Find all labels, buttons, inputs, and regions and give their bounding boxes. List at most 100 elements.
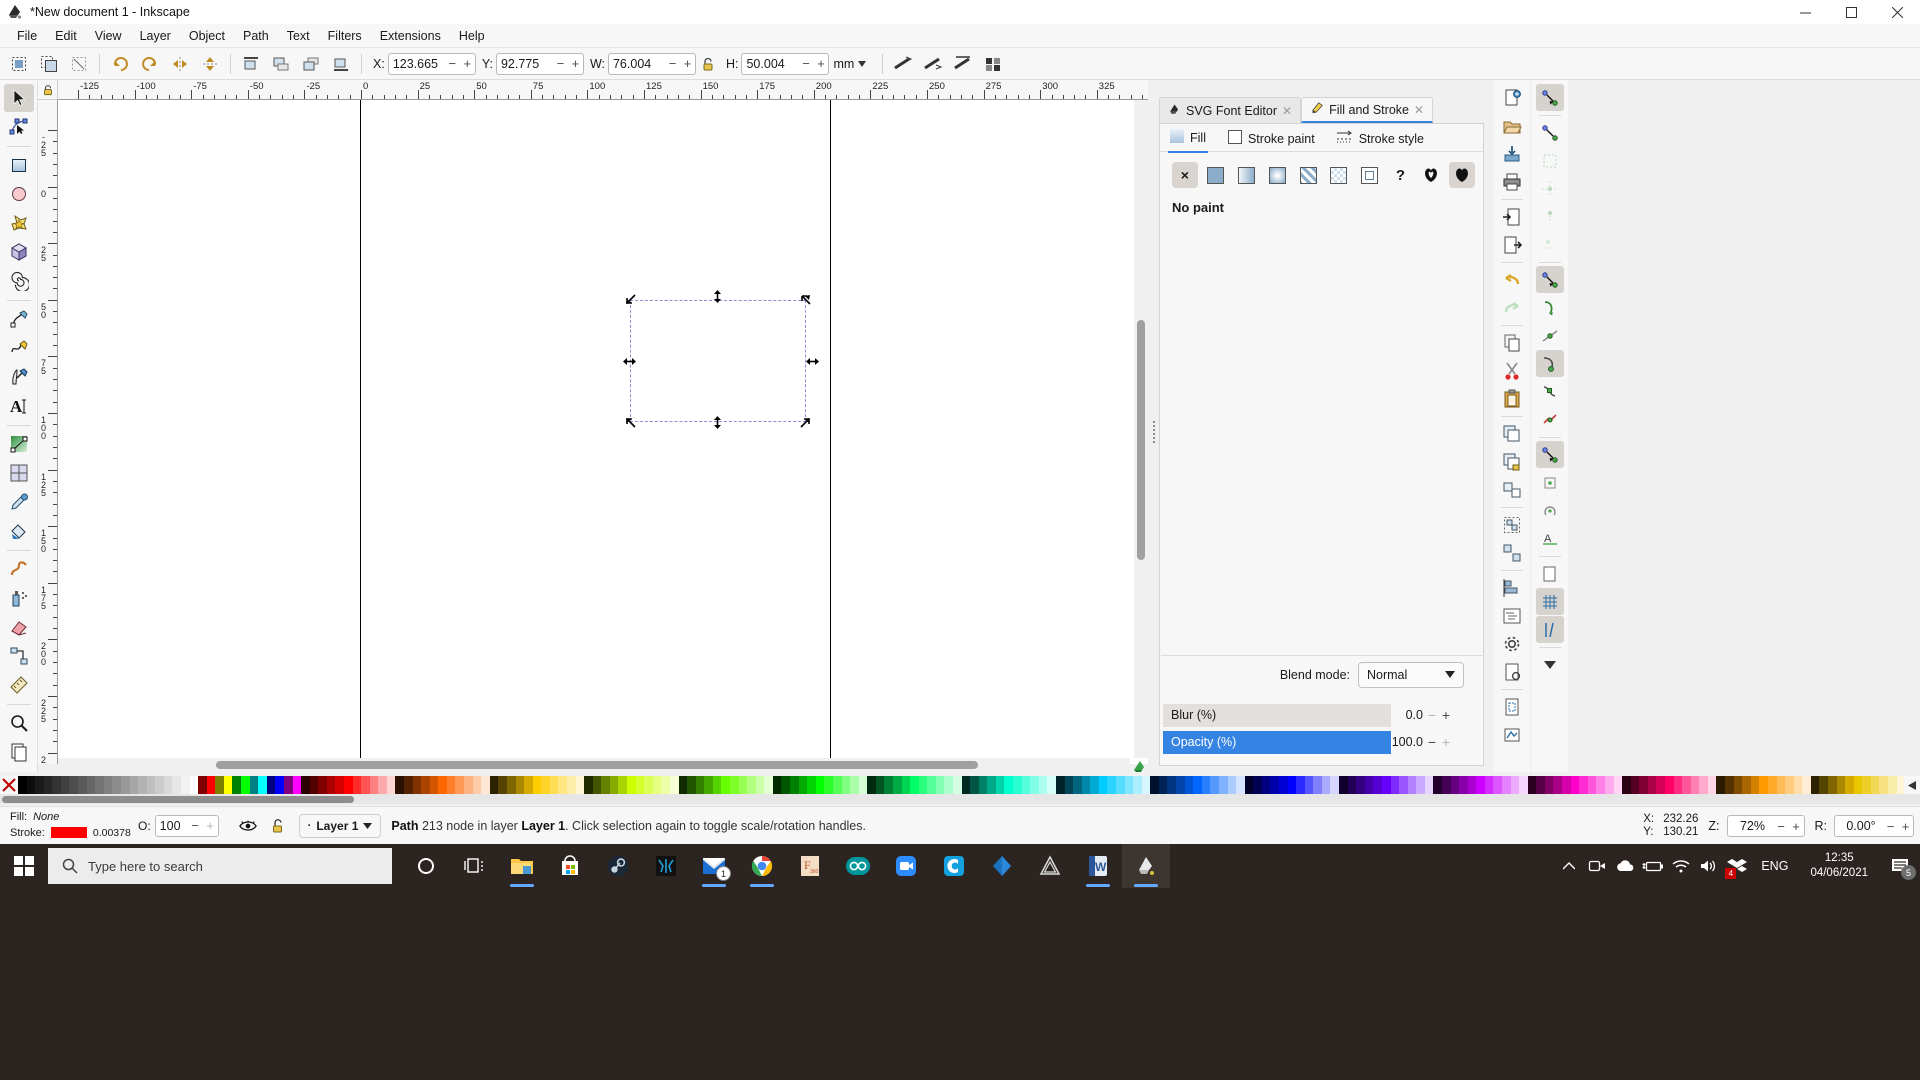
h-input[interactable] xyxy=(742,53,799,74)
palette-swatch[interactable] xyxy=(481,776,490,794)
palette-swatch[interactable] xyxy=(687,776,696,794)
palette-swatch[interactable] xyxy=(995,776,1005,794)
palette-swatch[interactable] xyxy=(1330,776,1340,794)
palette-swatch[interactable] xyxy=(120,776,130,794)
palette-swatch[interactable] xyxy=(1750,776,1760,794)
palette-swatch[interactable] xyxy=(163,776,173,794)
palette-swatch[interactable] xyxy=(1236,776,1245,794)
palette-swatch[interactable] xyxy=(1347,776,1357,794)
menu-edit[interactable]: Edit xyxy=(46,25,86,47)
palette-swatch[interactable] xyxy=(1150,776,1159,794)
menu-object[interactable]: Object xyxy=(180,25,234,47)
palette-swatch[interactable] xyxy=(343,776,353,794)
color-palette[interactable] xyxy=(0,776,1920,794)
palette-swatch[interactable] xyxy=(1845,776,1854,794)
palette-swatch[interactable] xyxy=(712,776,722,794)
palette-swatch[interactable] xyxy=(1544,776,1554,794)
palette-swatch[interactable] xyxy=(138,776,147,794)
sticky-zoom-button[interactable] xyxy=(1130,758,1148,772)
zoom-spinbox[interactable]: − + xyxy=(1726,815,1805,837)
palette-swatch[interactable] xyxy=(275,776,284,794)
palette-swatch[interactable] xyxy=(592,776,602,794)
palette-swatch[interactable] xyxy=(961,776,971,794)
palette-swatch[interactable] xyxy=(944,776,954,794)
x-increment-button[interactable]: + xyxy=(460,54,475,74)
palette-swatch[interactable] xyxy=(1416,776,1425,794)
palette-swatch[interactable] xyxy=(970,776,979,794)
group-button[interactable] xyxy=(1498,511,1526,538)
palette-swatch[interactable] xyxy=(1399,776,1408,794)
palette-swatch[interactable] xyxy=(1733,776,1743,794)
onedrive-tray-icon[interactable] xyxy=(1611,844,1639,888)
palette-swatch[interactable] xyxy=(412,776,422,794)
palette-swatch[interactable] xyxy=(1484,776,1494,794)
fill-stroke-indicator[interactable]: Fill: None Stroke: 0.00378 xyxy=(0,807,131,845)
palette-swatch[interactable] xyxy=(386,776,396,794)
palette-swatch[interactable] xyxy=(575,776,585,794)
snap-overflow-button[interactable] xyxy=(1536,651,1564,678)
language-indicator[interactable]: ENG xyxy=(1751,859,1798,873)
palette-swatch[interactable] xyxy=(1193,776,1202,794)
layer-visibility-toggle[interactable] xyxy=(233,819,263,833)
word-taskbar-icon[interactable]: W xyxy=(1074,844,1122,888)
opacity-slider[interactable]: Opacity (%) xyxy=(1163,730,1391,754)
palette-swatch[interactable] xyxy=(18,776,27,794)
close-button[interactable] xyxy=(1874,0,1920,24)
camtasia-taskbar-icon[interactable] xyxy=(930,844,978,888)
fill-rule-evenodd-button[interactable] xyxy=(1418,162,1444,188)
x-decrement-button[interactable]: − xyxy=(445,54,460,74)
palette-swatch[interactable] xyxy=(215,776,224,794)
search-input[interactable]: Type here to search xyxy=(48,848,392,884)
node-tool[interactable] xyxy=(4,113,34,141)
palette-swatch[interactable] xyxy=(180,776,190,794)
palette-swatch[interactable] xyxy=(867,776,876,794)
palette-swatch[interactable] xyxy=(1073,776,1082,794)
selection-handle-n[interactable] xyxy=(711,290,724,303)
blend-mode-select[interactable]: Normal xyxy=(1358,661,1464,688)
palette-swatch[interactable] xyxy=(155,776,164,794)
palette-swatch[interactable] xyxy=(1673,776,1683,794)
ellipse-tool[interactable] xyxy=(4,180,34,208)
palette-swatch[interactable] xyxy=(884,776,893,794)
palette-swatch[interactable] xyxy=(1356,776,1365,794)
canvas-horizontal-scrollbar[interactable] xyxy=(58,758,1130,772)
palette-swatch[interactable] xyxy=(1304,776,1314,794)
horizontal-ruler[interactable]: -125 -100 -75 -50 -25 0 25 50 75 100 125 150 175 200 2… xyxy=(58,80,1148,100)
palette-swatch[interactable] xyxy=(1665,776,1674,794)
xml-editor-button[interactable] xyxy=(1498,602,1526,629)
canvas-vertical-scrollbar[interactable] xyxy=(1134,100,1148,758)
palette-swatch[interactable] xyxy=(747,776,756,794)
document-properties-button[interactable] xyxy=(1498,658,1526,685)
snap-page-border-toggle[interactable] xyxy=(1536,560,1564,587)
palette-swatch[interactable] xyxy=(515,776,525,794)
palette-swatch[interactable] xyxy=(241,776,250,794)
palette-swatch[interactable] xyxy=(850,776,859,794)
flip-vertical-icon[interactable] xyxy=(195,50,225,78)
palette-swatch[interactable] xyxy=(738,776,748,794)
redo-button[interactable] xyxy=(1498,294,1526,321)
task-view-icon[interactable] xyxy=(450,844,498,888)
palette-swatch[interactable] xyxy=(1055,776,1065,794)
selection-handle-nw[interactable] xyxy=(624,293,637,306)
selection-handle-w[interactable] xyxy=(623,355,636,368)
palette-swatch[interactable] xyxy=(395,776,405,794)
battery-tray-icon[interactable] xyxy=(1639,844,1667,888)
palette-swatch[interactable] xyxy=(927,776,936,794)
snap-bbox-edge-midpoints-toggle[interactable] xyxy=(1536,203,1564,230)
palette-swatch[interactable] xyxy=(189,776,199,794)
align-distribute-button[interactable] xyxy=(1498,574,1526,601)
palette-swatch[interactable] xyxy=(1785,776,1794,794)
ungroup-button[interactable] xyxy=(1498,539,1526,566)
palette-swatch[interactable] xyxy=(1090,776,1099,794)
palette-swatch[interactable] xyxy=(1536,776,1545,794)
palette-swatch[interactable] xyxy=(1167,776,1177,794)
mail-taskbar-icon[interactable]: 1 xyxy=(690,844,738,888)
google-chrome-taskbar-icon[interactable] xyxy=(738,844,786,888)
palette-swatch[interactable] xyxy=(1622,776,1631,794)
palette-swatch[interactable] xyxy=(1364,776,1374,794)
snap-nodes-paths-toggle[interactable] xyxy=(1536,266,1564,293)
mesh-gradient-button[interactable] xyxy=(1357,162,1383,188)
palette-swatch[interactable] xyxy=(1321,776,1331,794)
selection-handle-s[interactable] xyxy=(711,416,724,429)
wifi-tray-icon[interactable] xyxy=(1667,844,1695,888)
